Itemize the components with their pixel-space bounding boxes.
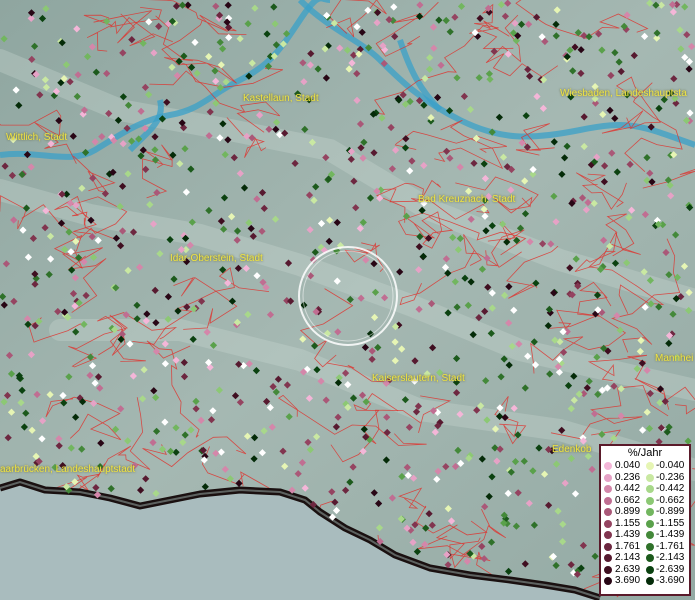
legend-value-positive: 1.155 [615, 517, 641, 529]
legend-value-negative: -1.155 [656, 517, 685, 529]
legend-swatch-negative [646, 519, 654, 528]
legend-swatch-positive [604, 531, 612, 539]
legend-row: 3.690 -3.690 [604, 576, 690, 588]
legend-title: %/Jahr [627, 447, 663, 459]
legend-value-positive: 2.143 [615, 552, 641, 563]
legend-value-positive: 0.899 [615, 506, 641, 517]
legend-value-negative: -2.143 [656, 552, 685, 563]
legend-swatch-positive [604, 496, 612, 505]
legend-value-negative: -0.442 [656, 483, 685, 494]
legend-swatch-positive [604, 473, 612, 482]
legend-swatch-positive [604, 554, 612, 562]
legend-row: 0.899 -0.899 [604, 507, 690, 519]
legend-value-positive: 0.236 [615, 471, 641, 483]
legend-swatch-positive [604, 577, 612, 585]
city-label-wiesbaden[interactable]: Wiesbaden, Landeshauptsta [560, 88, 687, 99]
legend-swatch-positive [604, 519, 612, 528]
legend-value-negative: -0.662 [656, 494, 685, 506]
legend-swatch-negative [646, 473, 654, 482]
legend-swatch-negative [646, 554, 654, 562]
city-label-saarbruecken[interactable]: aarbrücken, Landeshauptstadt [0, 464, 135, 475]
legend-value-negative: -0.899 [656, 506, 685, 517]
legend-swatch-negative [646, 462, 654, 470]
legend-value-negative: -1.439 [656, 529, 685, 540]
legend-value-negative: -0.236 [656, 471, 685, 483]
map-view[interactable]: Kastellaun, Stadt Wiesbaden, Landeshaupt… [0, 0, 695, 600]
city-label-edenkoben[interactable]: Edenkob [552, 444, 591, 455]
city-label-wittlich[interactable]: Wittlich, Stadt [6, 132, 67, 143]
legend-row: 1.439 -1.439 [604, 530, 690, 542]
legend-value-negative: -3.690 [656, 575, 685, 586]
legend-rows: 0.040 -0.040 0.236 -0.236 0.442 -0.442 0.662 -0… [604, 461, 690, 588]
legend-value-negative: -0.040 [656, 460, 685, 471]
legend-value-positive: 0.442 [615, 483, 641, 494]
city-label-kaiserslautern[interactable]: Kaiserslautern, Stadt [372, 373, 465, 384]
legend-swatch-negative [646, 485, 654, 493]
legend-swatch-negative [646, 531, 654, 539]
legend-swatch-positive [604, 485, 612, 493]
city-label-bad-kreuznach[interactable]: Bad Kreuznach, Stadt [418, 194, 515, 205]
legend-swatch-negative [646, 508, 654, 516]
map-legend: %/Jahr 0.040 -0.040 0.236 -0.236 0.442 -0.442… [599, 444, 691, 596]
legend-swatch-positive [604, 462, 612, 470]
legend-swatch-negative [646, 542, 654, 551]
city-label-kastellaun[interactable]: Kastellaun, Stadt [243, 93, 319, 104]
legend-value-negative: -2.639 [656, 563, 685, 575]
legend-value-positive: 2.639 [615, 563, 641, 575]
legend-row: 0.040 -0.040 [604, 461, 690, 473]
city-label-idar-oberstein[interactable]: Idar-Oberstein, Stadt [170, 253, 263, 264]
legend-swatch-negative [646, 496, 654, 505]
legend-swatch-negative [646, 565, 654, 574]
legend-row: 2.143 -2.143 [604, 553, 690, 565]
city-label-mannheim[interactable]: Mannhei [655, 353, 693, 364]
legend-value-positive: 3.690 [615, 575, 641, 586]
legend-value-positive: 1.439 [615, 529, 641, 540]
legend-value-positive: 0.662 [615, 494, 641, 506]
legend-value-positive: 0.040 [615, 460, 641, 471]
legend-swatch-negative [646, 577, 654, 585]
legend-swatch-positive [604, 542, 612, 551]
legend-swatch-positive [604, 565, 612, 574]
legend-value-negative: -1.761 [656, 540, 685, 552]
legend-row: 0.442 -0.442 [604, 484, 690, 496]
legend-swatch-positive [604, 508, 612, 516]
legend-value-positive: 1.761 [615, 540, 641, 552]
